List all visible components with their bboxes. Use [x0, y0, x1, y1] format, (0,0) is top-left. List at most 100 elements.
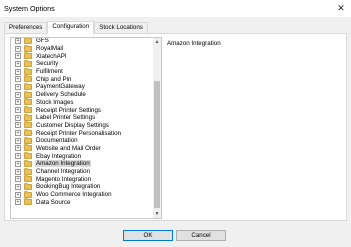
tree-item-label: Receipt Printer Settings — [36, 106, 101, 114]
tree-item[interactable]: + Magento Integration — [11, 175, 155, 183]
expand-plus-icon[interactable]: + — [15, 107, 21, 114]
folder-icon — [24, 75, 32, 83]
tree-item[interactable]: + Documentation — [11, 136, 155, 145]
folder-icon — [24, 152, 32, 160]
tree-item[interactable]: + Ebay Integration — [11, 152, 155, 160]
folder-icon — [24, 106, 32, 114]
expand-plus-icon[interactable]: + — [15, 68, 21, 75]
tree-item[interactable]: + Delivery Schedule — [11, 90, 155, 99]
tree-item[interactable]: + RoyalMail — [11, 44, 155, 53]
expand-plus-icon[interactable]: + — [15, 76, 21, 83]
tree-item[interactable]: + Stock Images — [11, 98, 155, 107]
folder-icon — [24, 113, 32, 121]
tree-item[interactable]: + Chip and Pin — [11, 75, 155, 83]
tree-item[interactable]: + PaymentGateway — [11, 82, 155, 91]
tree-item-label: Channel Integration — [36, 168, 91, 176]
tree-item[interactable]: + XlatechAPI — [11, 52, 155, 60]
folder-icon — [24, 67, 32, 75]
tree-item-label: XlatechAPI — [36, 52, 67, 60]
tree-item-label: Documentation — [36, 137, 78, 145]
scroll-up-icon[interactable]: ▲ — [153, 38, 161, 46]
folder-icon — [24, 198, 32, 206]
expand-plus-icon[interactable]: + — [15, 99, 21, 106]
folder-icon — [24, 190, 32, 198]
tree-item-label: Label Printer Settings — [36, 114, 96, 122]
tree-item[interactable]: + GFS — [11, 38, 155, 45]
tree-item[interactable]: + BookingBug Integration — [11, 182, 155, 191]
folder-icon — [24, 44, 32, 52]
cancel-button[interactable]: Cancel — [176, 230, 226, 241]
tree-item[interactable]: + Fulfilment — [11, 67, 155, 76]
expand-plus-icon[interactable]: + — [15, 160, 21, 167]
tree-item-label: Customer Display Settings — [36, 121, 109, 129]
tree-item-label: Website and Mail Order — [36, 144, 101, 152]
folder-icon — [24, 52, 32, 60]
folder-icon — [24, 159, 32, 167]
expand-plus-icon[interactable]: + — [15, 38, 21, 44]
tree-item-label: Ebay Integration — [36, 152, 82, 160]
folder-icon — [24, 167, 32, 175]
configuration-panel: + GFS + RoyalMail + XlatechAPI + Security + Fulfi… — [4, 33, 347, 221]
configuration-tree[interactable]: + GFS + RoyalMail + XlatechAPI + Security + Fulfi… — [10, 37, 162, 219]
tree-item-label: Amazon Integration — [35, 160, 91, 168]
tree-item[interactable]: + Label Printer Settings — [11, 113, 155, 122]
tree-list: + GFS + RoyalMail + XlatechAPI + Security + Fulfi… — [11, 38, 155, 206]
tree-item[interactable]: + Receipt Printer Personalisation — [11, 129, 155, 137]
expand-plus-icon[interactable]: + — [15, 191, 21, 198]
tree-item[interactable]: + Customer Display Settings — [11, 121, 155, 130]
expand-plus-icon[interactable]: + — [15, 91, 21, 98]
tree-item[interactable]: + Amazon Integration — [11, 159, 155, 168]
tree-item-label: Chip and Pin — [36, 75, 72, 83]
tree-item-label: Stock Images — [36, 98, 74, 106]
tree-item[interactable]: + Woo Commerce Integration — [11, 190, 155, 199]
expand-plus-icon[interactable]: + — [15, 114, 21, 121]
tree-item-label: RoyalMail — [36, 45, 64, 53]
expand-plus-icon[interactable]: + — [15, 130, 21, 137]
tree-item[interactable]: + Channel Integration — [11, 167, 155, 176]
expand-plus-icon[interactable]: + — [15, 122, 21, 129]
folder-icon — [24, 136, 32, 144]
title-bar: System Options ✕ — [0, 0, 351, 17]
tree-item[interactable]: + Security — [11, 59, 155, 68]
expand-plus-icon[interactable]: + — [15, 168, 21, 175]
tree-item-label: Data Source — [36, 198, 71, 206]
expand-plus-icon[interactable]: + — [15, 83, 21, 90]
tree-item-label: Fulfilment — [36, 68, 63, 76]
expand-plus-icon[interactable]: + — [15, 60, 21, 67]
tree-item[interactable]: + Data Source — [11, 198, 155, 206]
window-title: System Options — [4, 4, 55, 13]
scroll-thumb[interactable] — [154, 81, 160, 208]
tree-item-label: Magento Integration — [36, 175, 92, 183]
tree-item[interactable]: + Receipt Printer Settings — [11, 106, 155, 114]
tree-item-label: Woo Commerce Integration — [36, 191, 112, 199]
scroll-down-icon[interactable]: ▼ — [153, 210, 161, 218]
tree-scrollbar[interactable]: ▲ ▼ — [153, 38, 161, 218]
system-options-window: System Options ✕ Preferences Configurati… — [0, 0, 351, 247]
detail-heading: Amazon Integration — [167, 40, 221, 47]
expand-plus-icon[interactable]: + — [15, 183, 21, 190]
expand-plus-icon[interactable]: + — [15, 199, 21, 206]
ok-button[interactable]: OK — [123, 230, 173, 241]
folder-icon — [24, 82, 32, 90]
tree-item-label: Delivery Schedule — [36, 91, 86, 99]
folder-icon — [24, 90, 32, 98]
tree-item[interactable]: + Website and Mail Order — [11, 144, 155, 153]
expand-plus-icon[interactable]: + — [15, 145, 21, 152]
folder-icon — [24, 38, 32, 44]
tree-item-label: Security — [36, 60, 59, 68]
tree-item-label: PaymentGateway — [36, 83, 85, 91]
expand-plus-icon[interactable]: + — [15, 176, 21, 183]
expand-plus-icon[interactable]: + — [15, 45, 21, 52]
folder-icon — [24, 175, 32, 183]
expand-plus-icon[interactable]: + — [15, 137, 21, 144]
folder-icon — [24, 59, 32, 67]
tree-item-label: Receipt Printer Personalisation — [36, 129, 121, 137]
expand-plus-icon[interactable]: + — [15, 153, 21, 160]
expand-plus-icon[interactable]: + — [15, 53, 21, 60]
folder-icon — [24, 129, 32, 137]
tree-item-label: BookingBug Integration — [36, 183, 101, 191]
close-icon[interactable]: ✕ — [331, 0, 351, 17]
tab-configuration[interactable]: Configuration — [47, 21, 95, 34]
folder-icon — [24, 121, 32, 129]
folder-icon — [24, 144, 32, 152]
